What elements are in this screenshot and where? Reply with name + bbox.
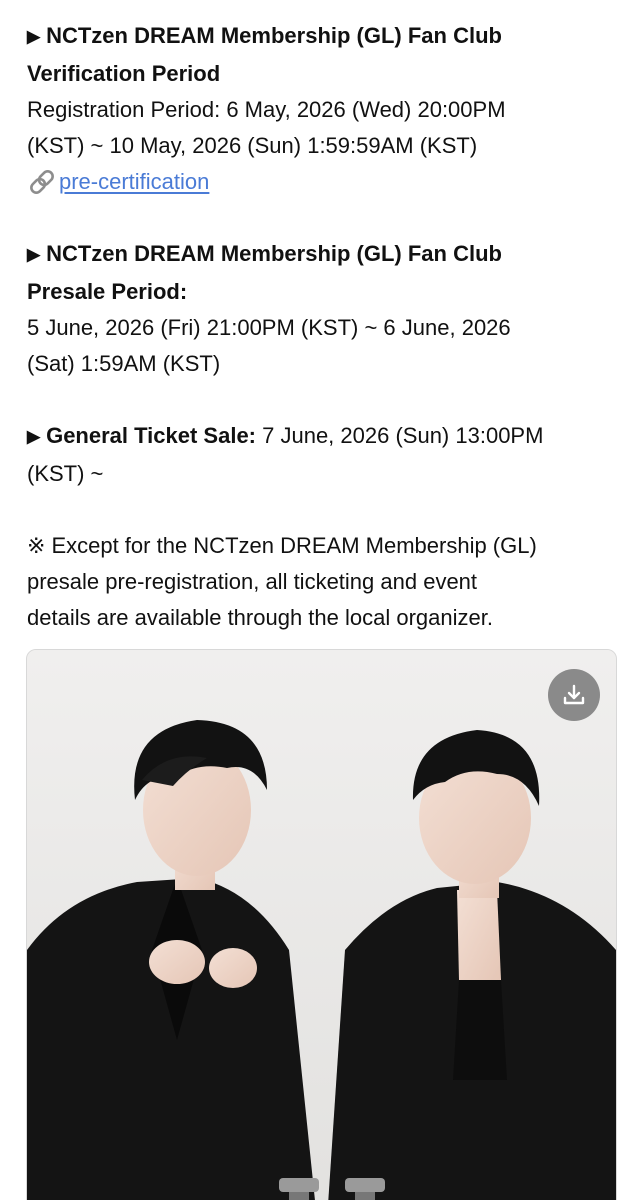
note-line2: presale pre-registration, all ticketing … bbox=[27, 569, 478, 594]
reference-mark: ※ bbox=[27, 533, 46, 558]
play-arrow-icon: ▶ bbox=[27, 427, 41, 446]
general-sale-section: ▶ General Ticket Sale: 7 June, 2026 (Sun)… bbox=[27, 418, 617, 492]
download-button[interactable] bbox=[548, 669, 600, 721]
verification-body-line1: Registration Period: 6 May, 2026 (Wed) 2… bbox=[27, 97, 506, 122]
note-line3: details are available through the local … bbox=[27, 605, 493, 630]
presale-heading-line1: NCTzen DREAM Membership (GL) Fan Club bbox=[46, 241, 502, 266]
general-sale-label: General Ticket Sale: bbox=[46, 423, 257, 448]
download-icon bbox=[563, 684, 585, 705]
general-sale-line1: ▶ General Ticket Sale: 7 June, 2026 (Sun)… bbox=[27, 418, 617, 456]
verification-heading: ▶ NCTzen DREAM Membership (GL) Fan Club bbox=[27, 18, 617, 56]
play-arrow-icon: ▶ bbox=[27, 27, 41, 46]
general-sale-line2: (KST) ~ bbox=[27, 461, 104, 486]
pre-certification-row: pre-certification bbox=[27, 164, 617, 200]
verification-heading-line1: NCTzen DREAM Membership (GL) Fan Club bbox=[46, 23, 502, 48]
general-sale-date: 7 June, 2026 (Sun) 13:00PM bbox=[256, 423, 544, 448]
photo-card[interactable] bbox=[26, 649, 617, 1200]
play-arrow-icon: ▶ bbox=[27, 245, 41, 264]
link-icon bbox=[27, 167, 57, 197]
group-photo bbox=[27, 650, 616, 1200]
verification-section: ▶ NCTzen DREAM Membership (GL) Fan Club V… bbox=[27, 18, 617, 200]
note-line1: ※ Except for the NCTzen DREAM Membership … bbox=[27, 528, 617, 564]
presale-body-line2: (Sat) 1:59AM (KST) bbox=[27, 351, 221, 376]
pre-certification-link[interactable]: pre-certification bbox=[59, 164, 209, 200]
verification-body-line2: (KST) ~ 10 May, 2026 (Sun) 1:59:59AM (KS… bbox=[27, 133, 478, 158]
note-section: ※ Except for the NCTzen DREAM Membership … bbox=[27, 528, 617, 636]
presale-heading-line2: Presale Period: bbox=[27, 279, 188, 304]
presale-heading: ▶ NCTzen DREAM Membership (GL) Fan Club bbox=[27, 236, 617, 274]
presale-body-line1: 5 June, 2026 (Fri) 21:00PM (KST) ~ 6 Jun… bbox=[27, 315, 511, 340]
verification-heading-line2: Verification Period bbox=[27, 61, 221, 86]
article-body: ▶ NCTzen DREAM Membership (GL) Fan Club V… bbox=[27, 18, 617, 672]
note-text-line1: Except for the NCTzen DREAM Membership (… bbox=[51, 533, 537, 558]
presale-section: ▶ NCTzen DREAM Membership (GL) Fan Club P… bbox=[27, 236, 617, 382]
